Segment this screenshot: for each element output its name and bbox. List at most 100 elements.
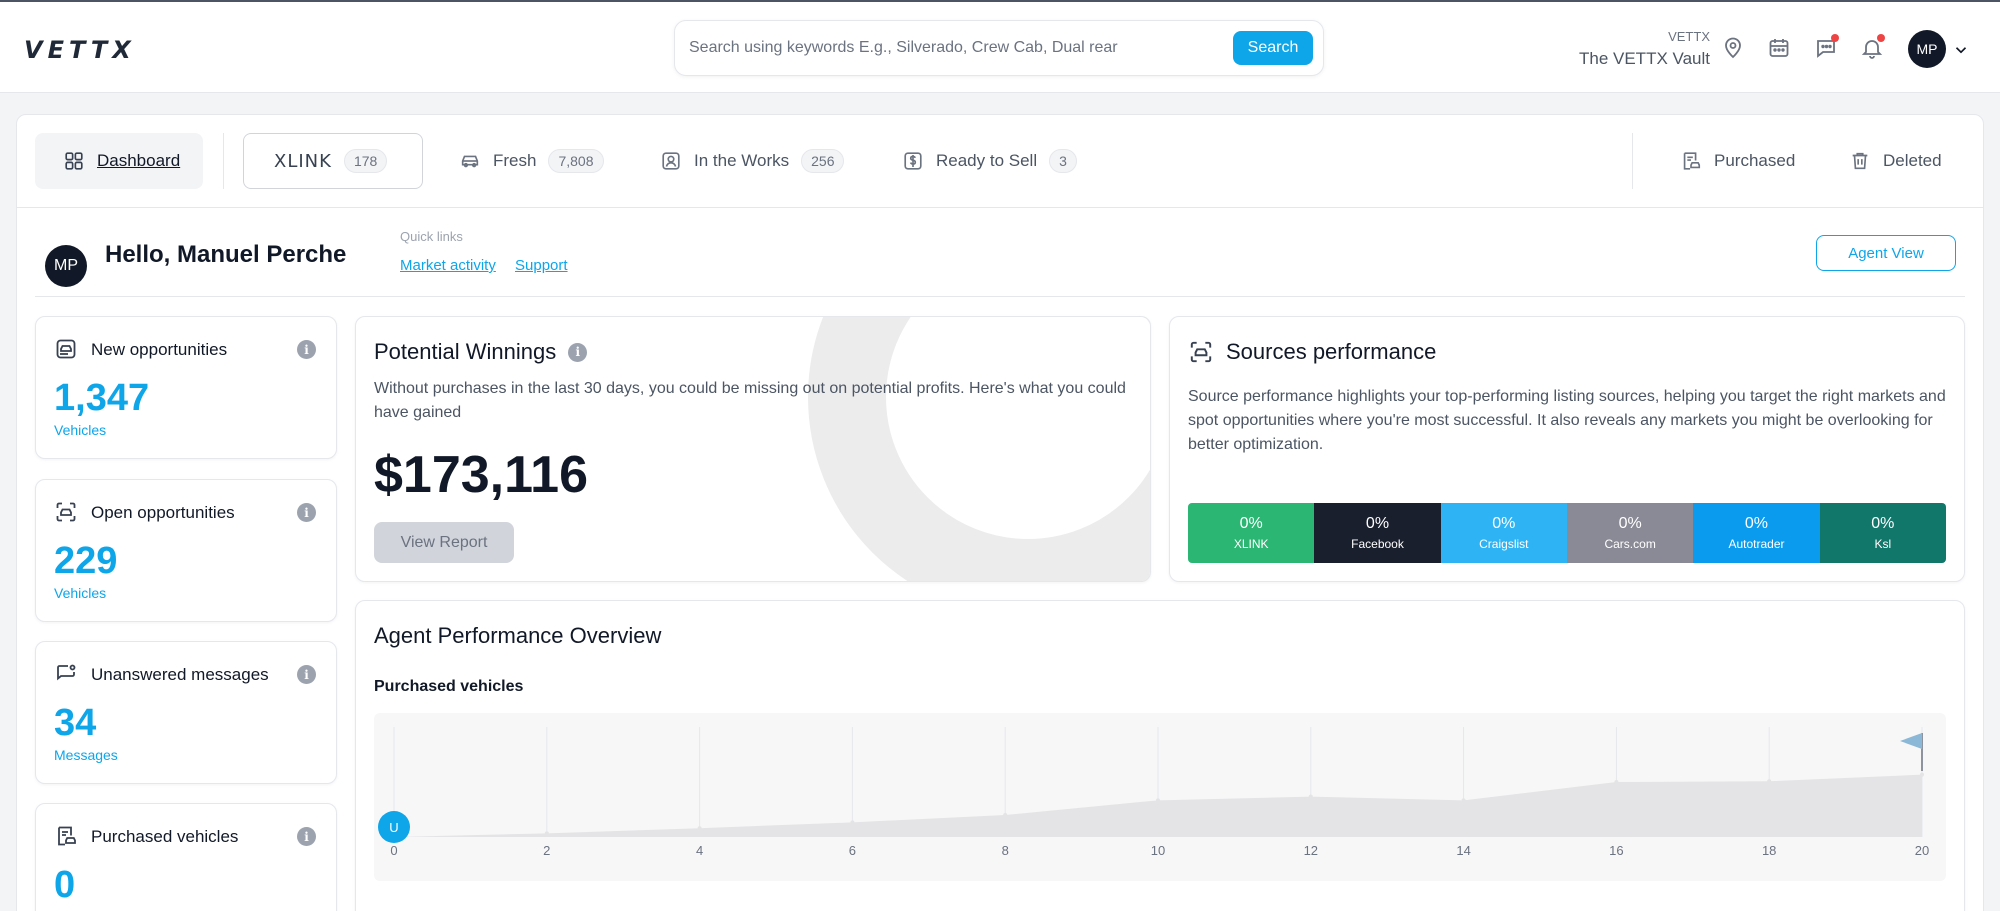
user-avatar[interactable]: MP bbox=[1908, 30, 1946, 68]
greeting-row: MP Hello, Manuel Perche Quick links Mark… bbox=[17, 209, 1983, 301]
stat-unit: Messages bbox=[54, 747, 118, 763]
chart-data-point bbox=[850, 820, 855, 825]
stat-unit: Vehicles bbox=[54, 422, 107, 438]
chart-data-point bbox=[544, 831, 549, 836]
stat-card-purchased-vehicles[interactable]: Purchased vehicles i 0 bbox=[35, 803, 337, 911]
tab-ready-to-sell[interactable]: Ready to Sell 3 bbox=[902, 133, 1077, 189]
purchased-vehicles-chart: 0 2 4 6 8 10 12 14 16 18 20 U bbox=[374, 713, 1946, 881]
view-report-button[interactable]: View Report bbox=[374, 522, 514, 563]
agent-performance-card: Agent Performance Overview Purchased veh… bbox=[355, 600, 1965, 911]
chart-x-tick-label: 8 bbox=[1002, 843, 1009, 858]
search-input[interactable] bbox=[689, 35, 1209, 61]
source-pct: 0% bbox=[1492, 515, 1516, 532]
stat-title: New opportunities bbox=[91, 340, 228, 359]
receipt-car-icon bbox=[54, 824, 78, 848]
source-segment-xlink[interactable]: 0% XLINK bbox=[1188, 503, 1315, 563]
stat-card-open-opportunities[interactable]: Open opportunities i 229 Vehicles bbox=[35, 479, 337, 622]
fresh-count-badge: 7,808 bbox=[548, 149, 604, 173]
tab-dashboard-label: Dashboard bbox=[97, 151, 181, 170]
chart-data-point bbox=[1308, 794, 1313, 799]
source-segment-facebook[interactable]: 0% Facebook bbox=[1314, 503, 1441, 563]
chart-x-tick-label: 20 bbox=[1915, 843, 1929, 858]
tab-deleted-label: Deleted bbox=[1883, 151, 1942, 170]
sources-performance-title: Sources performance bbox=[1188, 339, 1436, 365]
source-pct: 0% bbox=[1744, 515, 1769, 532]
stat-unit: Vehicles bbox=[54, 585, 107, 601]
source-pct: 0% bbox=[1871, 515, 1895, 532]
agent-marker-label: U bbox=[389, 820, 398, 835]
support-link[interactable]: Support bbox=[515, 257, 568, 274]
tab-fresh-label: Fresh bbox=[493, 151, 537, 170]
quick-links-label: Quick links bbox=[400, 229, 463, 244]
person-frame-icon bbox=[662, 152, 680, 170]
stat-value: 0 bbox=[54, 864, 76, 906]
decorative-arc bbox=[808, 317, 1150, 581]
trash-icon bbox=[1852, 152, 1868, 170]
tab-dashboard[interactable]: Dashboard bbox=[35, 133, 203, 189]
purchased-vehicles-chart-title: Purchased vehicles bbox=[374, 678, 524, 695]
source-segment-craigslist[interactable]: 0% Craigslist bbox=[1440, 503, 1567, 563]
source-segment-autotrader[interactable]: 0% Autotrader bbox=[1693, 503, 1820, 563]
car-scan-icon bbox=[1190, 341, 1212, 363]
source-segment-cars-com[interactable]: 0% Cars.com bbox=[1566, 503, 1694, 563]
chart-x-tick-label: 14 bbox=[1456, 843, 1470, 858]
sources-performance-card: Sources performance Source performance h… bbox=[1169, 316, 1965, 582]
chart-x-tick-label: 18 bbox=[1762, 843, 1776, 858]
potential-winnings-card: Potential Winnings i Without purchases i… bbox=[355, 316, 1151, 582]
car-search-icon bbox=[54, 337, 78, 361]
chart-x-tick-label: 4 bbox=[696, 843, 703, 858]
xlink-logo: XLINK bbox=[274, 150, 332, 172]
tab-purchased-label: Purchased bbox=[1714, 151, 1796, 170]
search-button[interactable]: Search bbox=[1233, 31, 1313, 65]
chart-x-tick-label: 0 bbox=[390, 843, 397, 858]
info-icon[interactable]: i bbox=[297, 665, 316, 684]
potential-winnings-title: Potential Winnings i bbox=[374, 339, 588, 365]
main-panel: Dashboard XLINK 178 Fresh 7,808 In the W… bbox=[16, 114, 1984, 911]
stat-value: 34 bbox=[54, 702, 97, 744]
vault-name[interactable]: The VETTX Vault bbox=[1579, 49, 1710, 69]
stat-title: Unanswered messages bbox=[91, 665, 269, 684]
bell-notification-dot bbox=[1877, 34, 1885, 42]
info-icon[interactable]: i bbox=[297, 340, 316, 359]
source-name: Craigslist bbox=[1479, 537, 1529, 551]
bell-icon[interactable] bbox=[1860, 34, 1885, 60]
section-divider bbox=[35, 296, 1965, 297]
stat-title: Open opportunities bbox=[91, 503, 235, 522]
sources-performance-description: Source performance highlights your top-p… bbox=[1188, 388, 1946, 453]
info-icon[interactable]: i bbox=[297, 827, 316, 846]
tab-xlink[interactable]: XLINK 178 bbox=[243, 133, 423, 189]
source-segment-ksl[interactable]: 0% Ksl bbox=[1819, 503, 1946, 563]
tab-divider bbox=[223, 133, 224, 189]
stat-title: Purchased vehicles bbox=[91, 827, 239, 846]
source-pct: 0% bbox=[1239, 515, 1263, 532]
chat-icon[interactable] bbox=[1814, 34, 1839, 60]
message-icon bbox=[54, 662, 78, 686]
source-name: Facebook bbox=[1351, 537, 1404, 551]
chart-x-tick-label: 2 bbox=[543, 843, 550, 858]
sources-bar: 0% XLINK 0% Facebook 0% Craigslist 0% Cars.c… bbox=[1188, 503, 1946, 563]
car-scan-icon bbox=[54, 500, 78, 524]
vettx-logo[interactable]: VETTX bbox=[24, 36, 136, 64]
tab-purchased[interactable]: Purchased bbox=[1680, 133, 1795, 189]
info-icon[interactable]: i bbox=[568, 342, 588, 362]
potential-winnings-amount: $173,116 bbox=[374, 446, 589, 504]
calendar-icon[interactable] bbox=[1767, 36, 1791, 60]
tab-deleted[interactable]: Deleted bbox=[1849, 133, 1942, 189]
stat-card-new-opportunities[interactable]: New opportunities i 1,347 Vehicles bbox=[35, 316, 337, 459]
chart-data-point bbox=[1920, 772, 1924, 777]
stat-value: 229 bbox=[54, 540, 118, 582]
chart-data-point bbox=[1614, 780, 1619, 784]
chart-x-tick-label: 10 bbox=[1151, 843, 1165, 858]
dollar-icon bbox=[904, 152, 922, 170]
tab-in-the-works[interactable]: In the Works 256 bbox=[660, 133, 845, 189]
chart-data-point bbox=[1003, 813, 1008, 817]
chevron-down-icon[interactable] bbox=[1952, 41, 1970, 59]
location-pin-icon[interactable] bbox=[1721, 36, 1745, 60]
agent-view-button[interactable]: Agent View bbox=[1816, 235, 1956, 271]
tab-divider bbox=[1632, 133, 1633, 189]
tab-fresh[interactable]: Fresh 7,808 bbox=[459, 133, 604, 189]
source-name: Ksl bbox=[1874, 537, 1892, 551]
info-icon[interactable]: i bbox=[297, 503, 316, 522]
market-activity-link[interactable]: Market activity bbox=[400, 257, 496, 274]
stat-card-unanswered-messages[interactable]: Unanswered messages i 34 Messages bbox=[35, 641, 337, 784]
